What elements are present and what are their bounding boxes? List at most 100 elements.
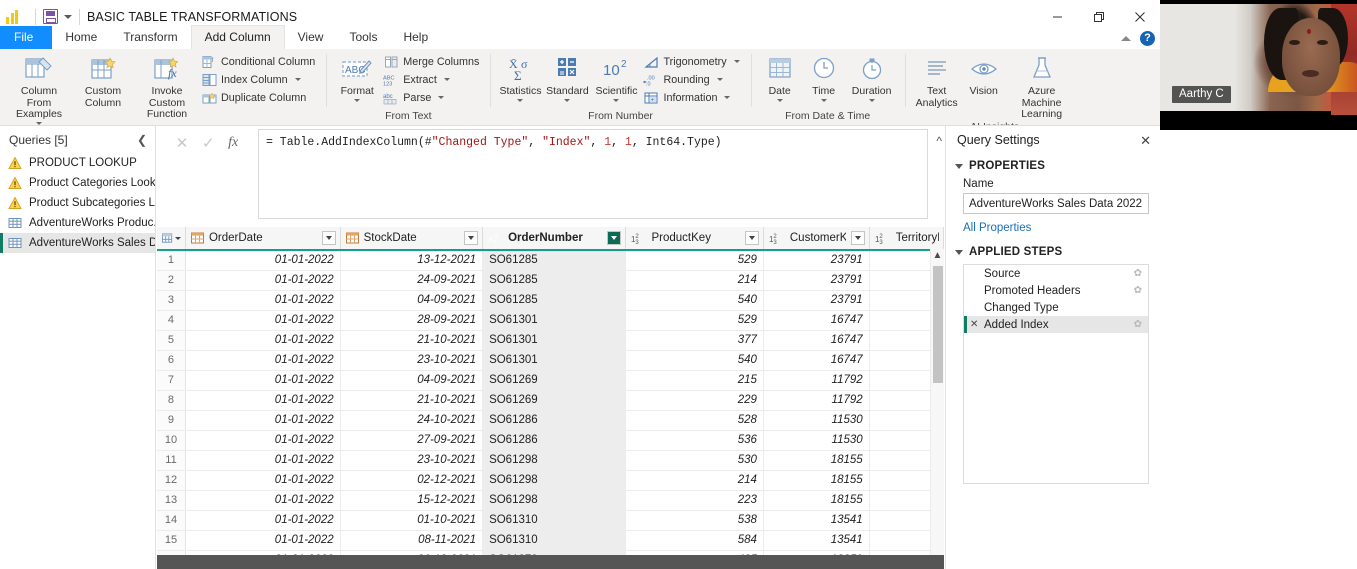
table-cell-productkey[interactable]: 584 (625, 530, 764, 551)
table-cell-customerkey[interactable]: 23791 (763, 270, 870, 291)
time-chevron-down-icon[interactable] (820, 98, 827, 102)
select-table-button[interactable] (157, 227, 186, 251)
table-cell-productkey[interactable]: 536 (625, 430, 764, 451)
table-row[interactable]: 2 01-01-2022 24-09-2021 SO61285 214 23791 (157, 270, 944, 291)
table-cell-stockdate[interactable]: 15-12-2021 (340, 490, 484, 511)
query-name-input[interactable]: AdventureWorks Sales Data 2022 (963, 193, 1149, 214)
gear-icon[interactable]: ✿ (1134, 319, 1142, 330)
gear-icon[interactable]: ✿ (1134, 268, 1142, 279)
scientific-button[interactable]: 10 2 Scientific (591, 51, 641, 102)
table-cell-stockdate[interactable]: 08-11-2021 (340, 530, 484, 551)
table-cell-orderdate[interactable]: 01-01-2022 (185, 290, 341, 311)
table-row[interactable]: 14 01-01-2022 01-10-2021 SO61310 538 13541 (157, 510, 944, 531)
checkmark-icon[interactable]: ✓ (202, 136, 215, 151)
standard-button[interactable]: Standard (543, 51, 591, 102)
table-cell-orderdate[interactable]: 01-01-2022 (185, 250, 341, 271)
column-filter-button-stockdate[interactable] (464, 231, 479, 245)
column-filter-button-productkey[interactable] (744, 231, 759, 245)
all-properties-link[interactable]: All Properties (946, 214, 1160, 240)
table-cell-customerkey[interactable]: 11530 (763, 430, 870, 451)
table-cell-ordernumber[interactable]: SO61285 (482, 290, 626, 311)
table-cell-ordernumber[interactable]: SO61285 (482, 250, 626, 271)
table-cell-productkey[interactable]: 540 (625, 290, 764, 311)
statistics-button[interactable]: X̄ σ Σ Statistics (497, 51, 543, 102)
help-icon[interactable]: ? (1140, 31, 1155, 46)
table-cell-orderdate[interactable]: 01-01-2022 (185, 470, 341, 491)
table-cell-productkey[interactable]: 540 (625, 350, 764, 371)
table-cell-orderdate[interactable]: 01-01-2022 (185, 450, 341, 471)
custom-column-button[interactable]: Custom Column (71, 51, 135, 109)
information-button[interactable]: + Information (641, 89, 743, 106)
table-cell-productkey[interactable]: 529 (625, 250, 764, 271)
table-cell-ordernumber[interactable]: SO61298 (482, 450, 626, 471)
ribbon-tab-help[interactable]: Help (390, 26, 441, 49)
table-cell-stockdate[interactable]: 13-12-2021 (340, 250, 484, 271)
table-row[interactable]: 11 01-01-2022 23-10-2021 SO61298 530 18155 (157, 450, 944, 471)
gear-icon[interactable]: ✿ (1134, 285, 1142, 296)
column-header-customerkey[interactable]: 1 2 3 CustomerKey (763, 227, 870, 251)
table-cell-productkey[interactable]: 528 (625, 410, 764, 431)
table-cell-ordernumber[interactable]: SO61301 (482, 350, 626, 371)
formula-input[interactable]: = Table.AddIndexColumn(#"Changed Type" , … (258, 129, 928, 219)
table-row[interactable]: 3 01-01-2022 04-09-2021 SO61285 540 23791 (157, 290, 944, 311)
scientific-chevron-down-icon[interactable] (613, 98, 620, 102)
applied-step-source[interactable]: Source ✿ (964, 265, 1148, 282)
query-item-adventureworks-products[interactable]: AdventureWorks Produc... (0, 213, 155, 233)
collapse-ribbon-chevron-up-icon[interactable] (1121, 36, 1131, 41)
table-row[interactable]: 9 01-01-2022 24-10-2021 SO61286 528 11530 (157, 410, 944, 431)
table-cell-productkey[interactable]: 223 (625, 490, 764, 511)
table-cell-productkey[interactable]: 229 (625, 390, 764, 411)
table-cell-ordernumber[interactable]: SO61310 (482, 510, 626, 531)
table-cell-orderdate[interactable]: 01-01-2022 (185, 350, 341, 371)
table-cell-orderdate[interactable]: 01-01-2022 (185, 490, 341, 511)
table-cell-customerkey[interactable]: 16747 (763, 350, 870, 371)
table-cell-ordernumber[interactable]: SO61301 (482, 310, 626, 331)
table-cell-ordernumber[interactable]: SO61310 (482, 530, 626, 551)
table-cell-ordernumber[interactable]: SO61298 (482, 490, 626, 511)
table-cell-ordernumber[interactable]: SO61286 (482, 410, 626, 431)
index-column-button[interactable]: Index Column (199, 71, 319, 88)
date-button[interactable]: Date (758, 51, 802, 102)
duration-chevron-down-icon[interactable] (868, 98, 875, 102)
table-cell-customerkey[interactable]: 11530 (763, 410, 870, 431)
ribbon-tab-view[interactable]: View (285, 26, 337, 49)
table-cell-productkey[interactable]: 377 (625, 330, 764, 351)
column-filter-button-ordernumber[interactable] (606, 231, 621, 245)
select-table-chevron-down-icon[interactable] (174, 236, 181, 240)
table-cell-customerkey[interactable]: 23791 (763, 250, 870, 271)
information-chevron-down-icon[interactable] (724, 96, 731, 99)
table-cell-ordernumber[interactable]: SO61269 (482, 390, 626, 411)
table-cell-ordernumber[interactable]: SO61286 (482, 430, 626, 451)
table-cell-stockdate[interactable]: 04-09-2021 (340, 370, 484, 391)
statistics-chevron-down-icon[interactable] (517, 98, 524, 102)
table-cell-stockdate[interactable]: 23-10-2021 (340, 350, 484, 371)
vision-button[interactable]: Vision (962, 51, 1006, 98)
table-cell-orderdate[interactable]: 01-01-2022 (185, 510, 341, 531)
properties-section-header[interactable]: PROPERTIES (946, 154, 1160, 175)
table-cell-orderdate[interactable]: 01-01-2022 (185, 430, 341, 451)
table-row[interactable]: 7 01-01-2022 04-09-2021 SO61269 215 11792 (157, 370, 944, 391)
invoke-custom-function-button[interactable]: fx Invoke Custom Function (135, 51, 199, 121)
duplicate-column-button[interactable]: Duplicate Column (199, 89, 319, 106)
table-cell-stockdate[interactable]: 02-12-2021 (340, 470, 484, 491)
scrollbar-thumb[interactable] (933, 266, 943, 383)
query-item-product-subcategories[interactable]: Product Subcategories L... (0, 193, 155, 213)
table-cell-productkey[interactable]: 214 (625, 470, 764, 491)
duration-button[interactable]: Duration (846, 51, 898, 102)
table-row[interactable]: 5 01-01-2022 21-10-2021 SO61301 377 16747 (157, 330, 944, 351)
table-cell-stockdate[interactable]: 24-10-2021 (340, 410, 484, 431)
table-cell-customerkey[interactable]: 11792 (763, 390, 870, 411)
column-from-examples-button[interactable]: Column From Examples (7, 51, 71, 125)
table-row[interactable]: 15 01-01-2022 08-11-2021 SO61310 584 13541 (157, 530, 944, 551)
table-cell-customerkey[interactable]: 13541 (763, 510, 870, 531)
table-cell-customerkey[interactable]: 23791 (763, 290, 870, 311)
scroll-up-arrow-icon[interactable]: ▲ (931, 250, 944, 261)
standard-chevron-down-icon[interactable] (564, 98, 571, 102)
column-filter-button-orderdate[interactable] (321, 231, 336, 245)
table-cell-customerkey[interactable]: 13541 (763, 530, 870, 551)
table-cell-stockdate[interactable]: 21-10-2021 (340, 390, 484, 411)
table-row[interactable]: 10 01-01-2022 27-09-2021 SO61286 536 11530 (157, 430, 944, 451)
column-header-orderdate[interactable]: OrderDate (185, 227, 341, 251)
extract-button[interactable]: ABC 123 Extract (381, 71, 483, 88)
column-header-productkey[interactable]: 1 2 3 ProductKey (625, 227, 764, 251)
